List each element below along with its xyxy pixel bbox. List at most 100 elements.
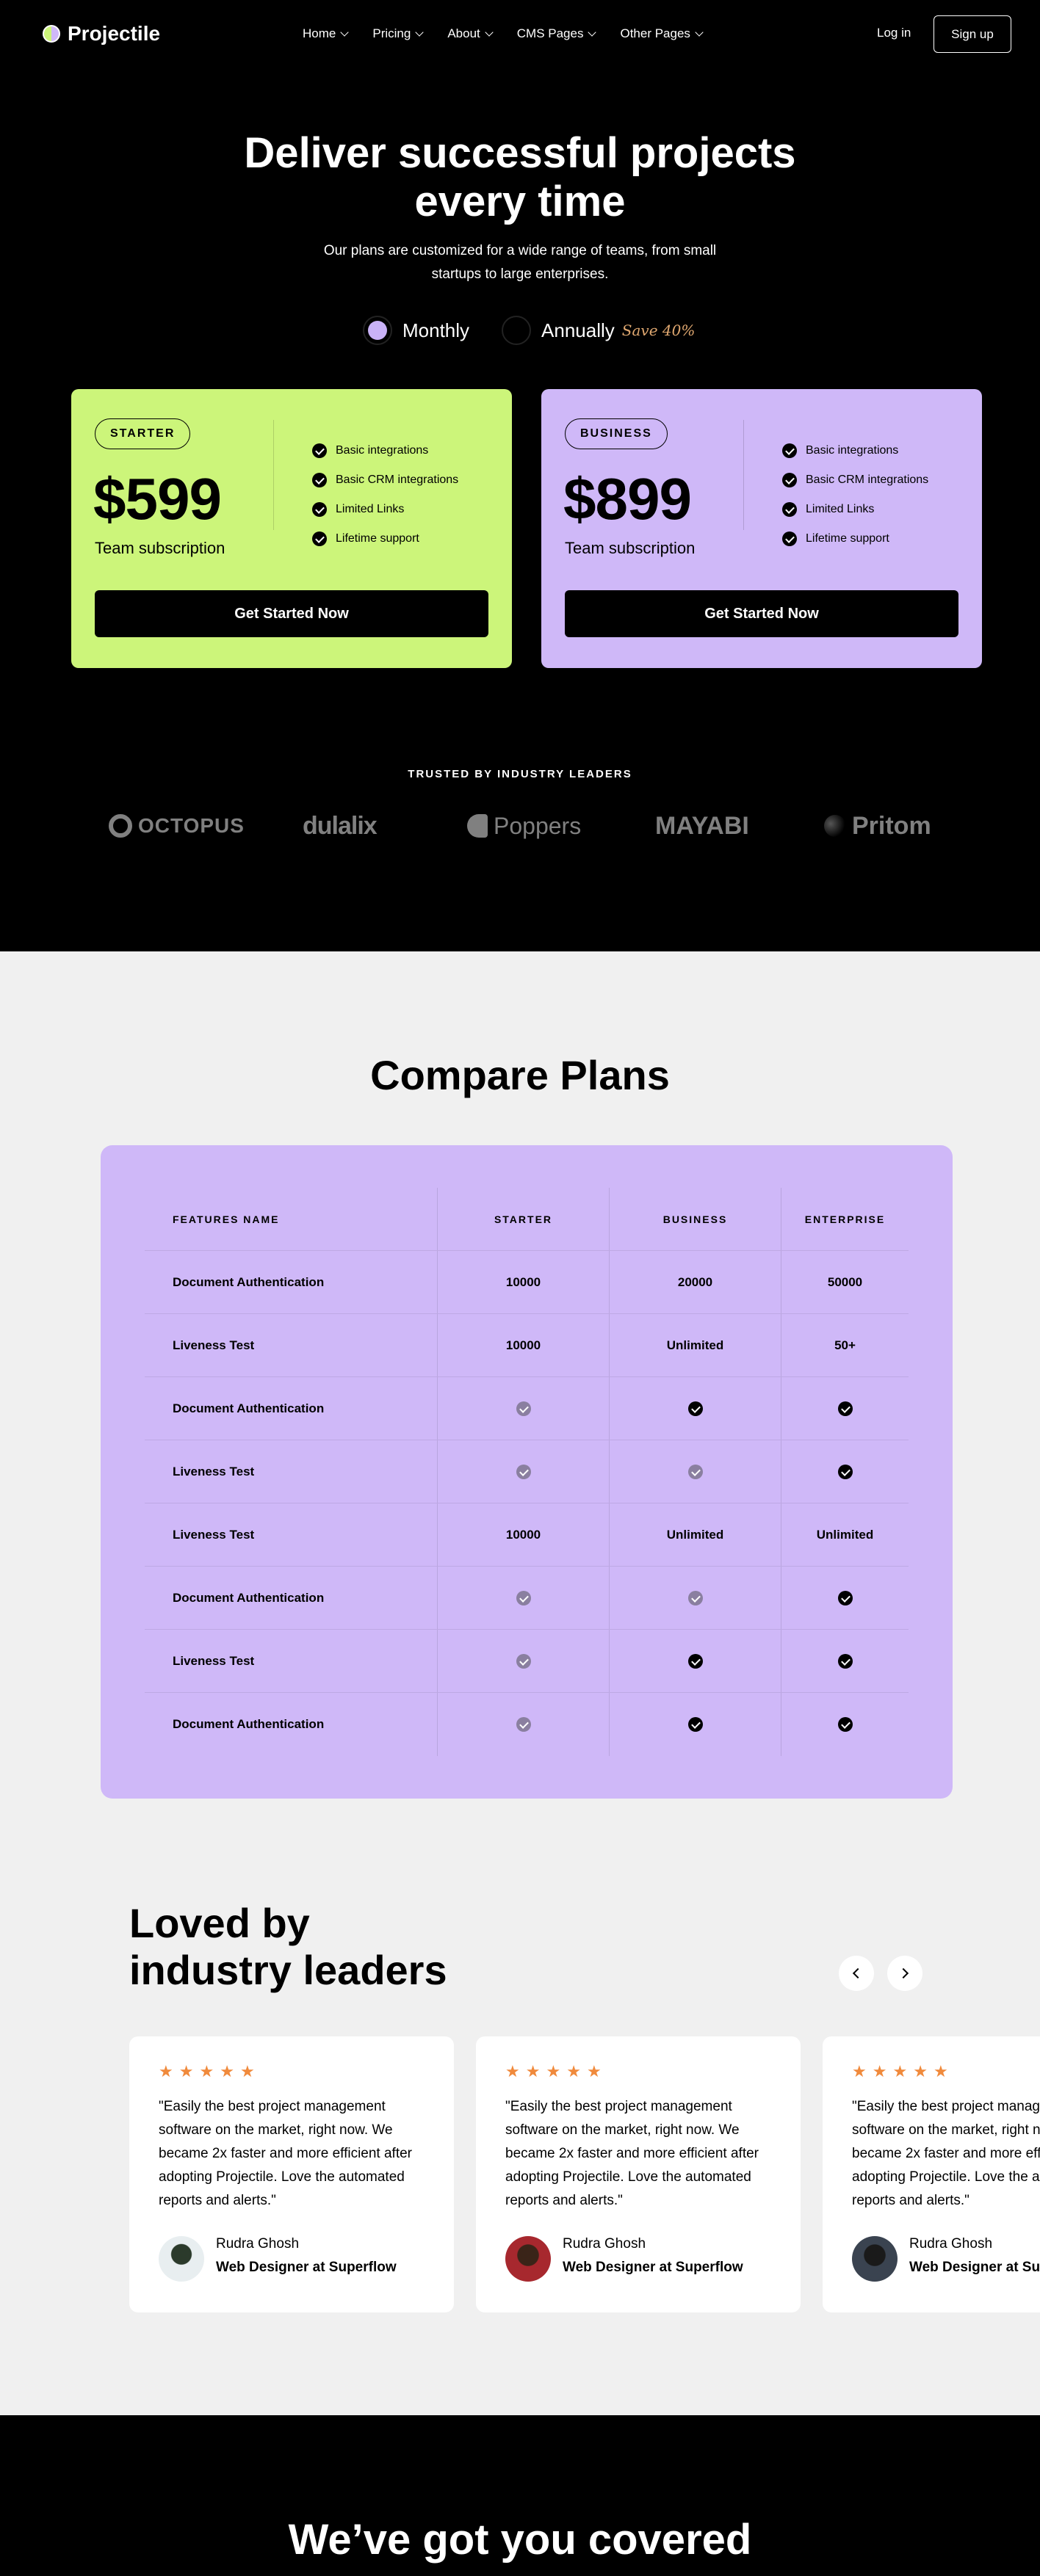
nav-item-about[interactable]: About bbox=[447, 26, 494, 41]
plan-badge: STARTER bbox=[95, 418, 191, 449]
nav-item-home[interactable]: Home bbox=[303, 26, 350, 41]
nav-item-label: Other Pages bbox=[620, 26, 690, 40]
signup-button[interactable]: Sign up bbox=[934, 15, 1011, 53]
nav-item-label: Pricing bbox=[372, 26, 411, 40]
check-icon bbox=[312, 473, 327, 487]
brand-logo-mayabi: MAYABI bbox=[655, 808, 749, 844]
check-circle-icon bbox=[837, 1464, 853, 1479]
table-row: Document Authentication bbox=[145, 1567, 909, 1630]
table-row: Document Authentication 10000 20000 50000 bbox=[145, 1251, 909, 1314]
column-header: STARTER bbox=[437, 1188, 609, 1250]
pricing-card-business: BUSINESS $899 Team subscription Basic in… bbox=[541, 389, 982, 668]
feature-label: Limited Links bbox=[336, 503, 405, 515]
poppers-logo-icon bbox=[467, 814, 488, 838]
feature-name-cell: Liveness Test bbox=[173, 1653, 255, 1668]
value-cell bbox=[781, 1440, 909, 1503]
feature-name-cell: Document Authentication bbox=[173, 1590, 325, 1605]
testimonial-card: ★ ★ ★ ★ ★ "Easily the best project managemen… bbox=[823, 2036, 1040, 2312]
brand-label: Pritom bbox=[852, 811, 931, 840]
testimonial-quote: "Easily the best project management soft… bbox=[159, 2099, 412, 2208]
feature-item: Lifetime support bbox=[782, 524, 928, 554]
brand-logo-pritom: Pritom bbox=[824, 808, 931, 844]
check-circle-icon bbox=[687, 1717, 703, 1732]
star-icon: ★ bbox=[913, 2063, 928, 2081]
star-icon: ★ bbox=[546, 2063, 561, 2081]
value-cell bbox=[437, 1567, 609, 1629]
value-cell bbox=[437, 1440, 609, 1503]
check-circle-muted-icon bbox=[516, 1653, 531, 1669]
monthly-radio[interactable] bbox=[363, 316, 392, 345]
save-badge: Save 40% bbox=[621, 322, 696, 339]
check-circle-icon bbox=[837, 1401, 853, 1416]
chevron-down-icon bbox=[340, 27, 350, 37]
plan-subtitle: Team subscription bbox=[565, 539, 696, 557]
hero-title: Deliver successful projects every time bbox=[0, 129, 1040, 226]
testimonial-quote: "Easily the best project management soft… bbox=[505, 2099, 759, 2208]
check-circle-muted-icon bbox=[516, 1464, 531, 1479]
trusted-heading: TRUSTED BY INDUSTRY LEADERS bbox=[408, 768, 632, 780]
avatar bbox=[852, 2236, 898, 2282]
plan-price: $599 bbox=[93, 466, 222, 531]
nav-item-other-pages[interactable]: Other Pages bbox=[620, 26, 704, 41]
value-cell bbox=[781, 1567, 909, 1629]
value-cell: 50+ bbox=[781, 1314, 909, 1376]
hero-title-line1: Deliver successful projects bbox=[244, 129, 796, 177]
prev-arrow-button[interactable] bbox=[839, 1956, 874, 1991]
column-header: BUSINESS bbox=[609, 1188, 781, 1250]
author-role: Web Designer at Superflow bbox=[216, 2260, 397, 2275]
login-link[interactable]: Log in bbox=[877, 26, 911, 40]
value-cell bbox=[609, 1567, 781, 1629]
star-icon: ★ bbox=[852, 2063, 867, 2081]
testimonials-title-line2: industry leaders bbox=[129, 1947, 447, 1993]
feature-list: Basic integrations Basic CRM integration… bbox=[782, 436, 928, 554]
star-icon: ★ bbox=[586, 2063, 602, 2081]
value-cell: 10000 bbox=[437, 1314, 609, 1376]
plan-badge: BUSINESS bbox=[565, 418, 668, 449]
annually-radio[interactable] bbox=[502, 316, 532, 345]
nav-item-pricing[interactable]: Pricing bbox=[372, 26, 424, 41]
check-circle-muted-icon bbox=[687, 1590, 703, 1606]
star-icon: ★ bbox=[199, 2063, 214, 2081]
check-icon bbox=[312, 531, 327, 546]
annually-label[interactable]: Annually bbox=[541, 319, 615, 342]
compare-table-card: FEATURES NAME STARTER BUSINESS ENTERPRIS… bbox=[101, 1145, 953, 1799]
value-cell bbox=[437, 1630, 609, 1692]
star-icon: ★ bbox=[566, 2063, 581, 2081]
table-row: Document Authentication bbox=[145, 1693, 909, 1756]
value-cell bbox=[609, 1693, 781, 1756]
star-rating: ★ ★ ★ ★ ★ bbox=[505, 2063, 602, 2081]
nav-item-label: CMS Pages bbox=[516, 26, 584, 40]
radio-dot-icon bbox=[368, 321, 387, 340]
card-divider bbox=[273, 420, 274, 530]
table-body: Document Authentication 10000 20000 50000 Li… bbox=[145, 1251, 909, 1756]
table-row: Liveness Test 10000 Unlimited 50+ bbox=[145, 1314, 909, 1377]
feature-label: Basic integrations bbox=[806, 444, 899, 457]
table-row: Liveness Test 10000 Unlimited Unlimited bbox=[145, 1503, 909, 1567]
avatar bbox=[505, 2236, 551, 2282]
logo-icon bbox=[43, 25, 60, 43]
brand-logo[interactable]: Projectile bbox=[43, 22, 160, 46]
check-icon bbox=[782, 443, 797, 458]
feature-name-cell: Document Authentication bbox=[173, 1274, 325, 1289]
check-circle-icon bbox=[837, 1653, 853, 1669]
value-cell bbox=[609, 1630, 781, 1692]
get-started-button[interactable]: Get Started Now bbox=[565, 590, 958, 637]
testimonial-carousel: ★ ★ ★ ★ ★ "Easily the best project managemen… bbox=[129, 2036, 1040, 2312]
value-cell: 10000 bbox=[437, 1503, 609, 1566]
brand-logo-octopus: OCTOPUS bbox=[109, 808, 245, 844]
brand-logo-poppers: Poppers bbox=[467, 808, 581, 844]
chevron-down-icon bbox=[588, 27, 597, 37]
testimonial-quote: "Easily the best project management soft… bbox=[852, 2099, 1040, 2208]
nav-item-cms-pages[interactable]: CMS Pages bbox=[516, 26, 597, 41]
author-role: Web Designer at Superflow bbox=[563, 2260, 743, 2275]
star-icon: ★ bbox=[525, 2063, 541, 2081]
value-cell: 20000 bbox=[609, 1251, 781, 1313]
feature-item: Limited Links bbox=[782, 495, 928, 524]
next-arrow-button[interactable] bbox=[887, 1956, 922, 1991]
check-circle-muted-icon bbox=[516, 1590, 531, 1606]
billing-toggle: Monthly Annually Save 40% bbox=[363, 316, 695, 345]
compare-table: FEATURES NAME STARTER BUSINESS ENTERPRIS… bbox=[145, 1188, 909, 1756]
monthly-label[interactable]: Monthly bbox=[402, 319, 469, 342]
table-header-row: FEATURES NAME STARTER BUSINESS ENTERPRIS… bbox=[145, 1188, 909, 1251]
get-started-button[interactable]: Get Started Now bbox=[95, 590, 488, 637]
